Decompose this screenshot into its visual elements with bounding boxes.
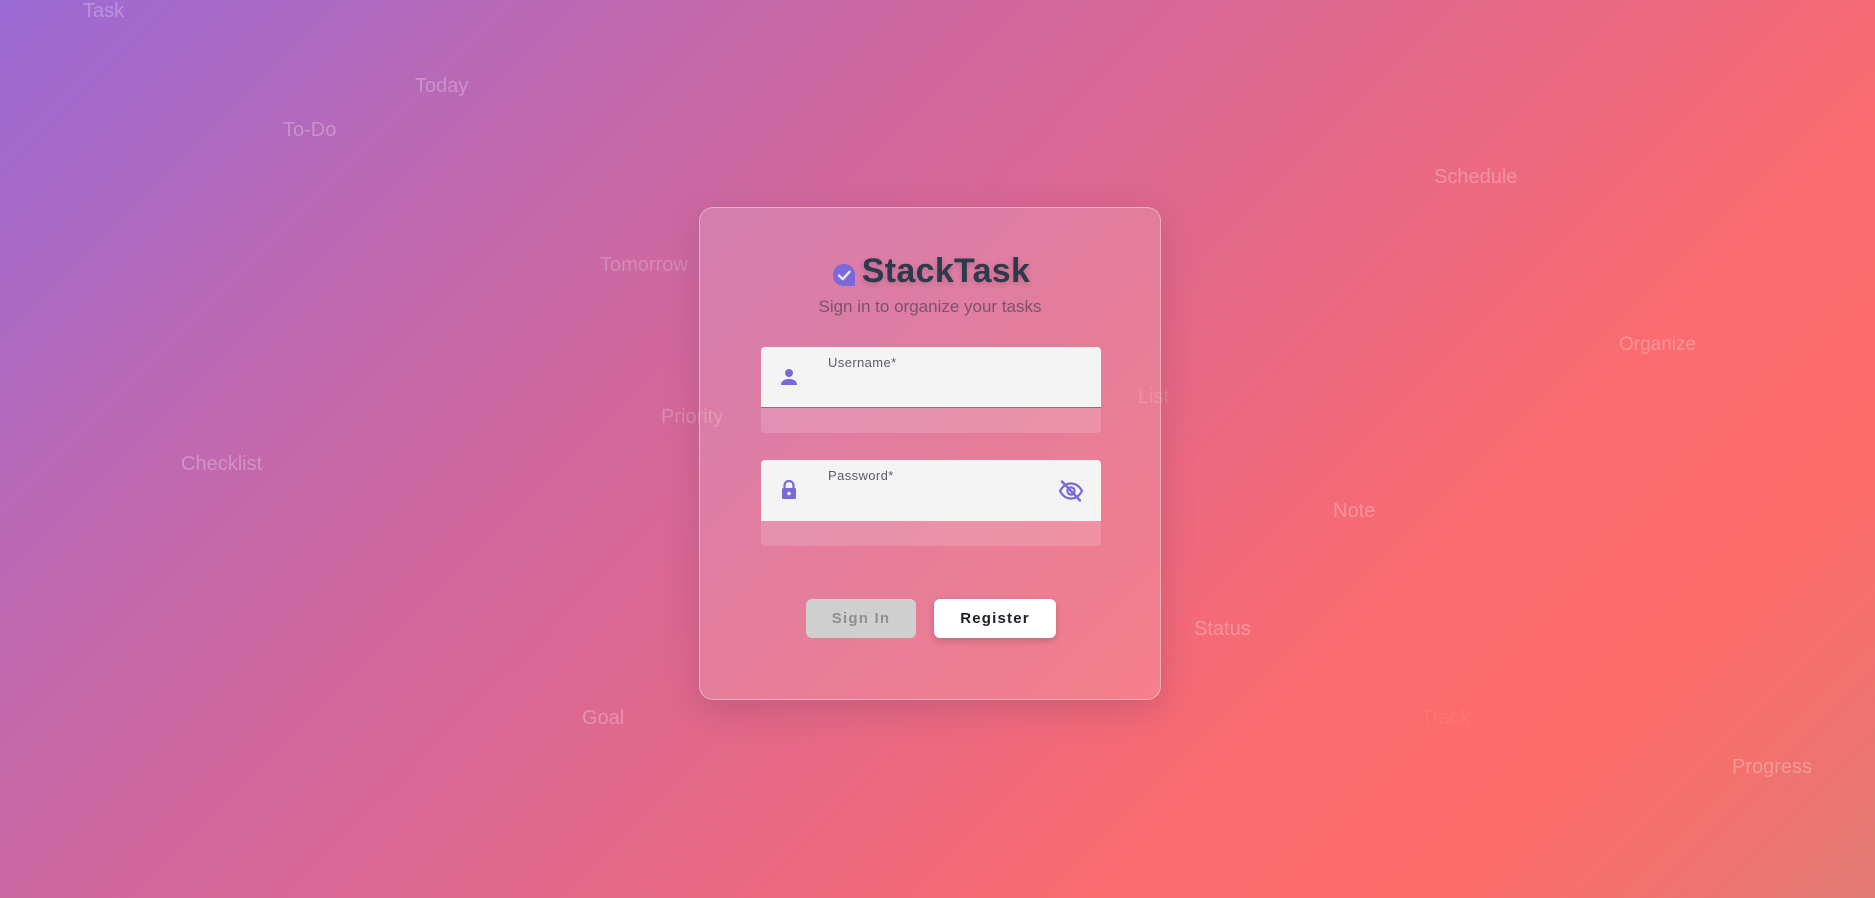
app-title: StackTask bbox=[861, 252, 1031, 290]
background-word-status: Status bbox=[1194, 618, 1251, 640]
password-field[interactable]: Password* bbox=[761, 460, 1101, 521]
background-word-schedule: Schedule bbox=[1434, 166, 1518, 188]
login-card: StackTask Sign in to organize your tasks… bbox=[699, 207, 1161, 700]
register-button[interactable]: Register bbox=[934, 599, 1056, 638]
background-word-tomorrow: Tomorrow bbox=[600, 254, 688, 276]
eye-off-icon bbox=[1058, 480, 1084, 502]
background-word-task: Task bbox=[83, 0, 125, 22]
app-subtitle: Sign in to organize your tasks bbox=[818, 297, 1042, 316]
password-field-group: Password* bbox=[761, 460, 1101, 546]
background-word-track: Track bbox=[1421, 707, 1471, 729]
background-word-organize: Organize bbox=[1619, 334, 1697, 355]
username-field[interactable]: Username* bbox=[761, 347, 1101, 408]
password-label: Password* bbox=[828, 468, 894, 483]
username-input[interactable] bbox=[828, 375, 1052, 403]
background-word-note: Note bbox=[1333, 500, 1376, 522]
background-word-progress: Progress bbox=[1732, 756, 1813, 778]
username-field-group: Username* bbox=[761, 347, 1101, 433]
background-word-goal: Goal bbox=[582, 707, 625, 729]
username-label: Username* bbox=[828, 355, 897, 370]
password-input[interactable] bbox=[828, 488, 1052, 516]
person-icon bbox=[781, 369, 797, 385]
lock-icon bbox=[782, 479, 796, 499]
background-word-checklist: Checklist bbox=[181, 453, 263, 475]
sign-in-button[interactable]: Sign In bbox=[806, 599, 916, 638]
toggle-password-visibility-button[interactable] bbox=[1057, 477, 1085, 505]
background-word-today: Today bbox=[415, 75, 469, 97]
check-badge-icon bbox=[832, 263, 855, 286]
background-word-to-do: To-Do bbox=[283, 119, 337, 141]
brand-header: StackTask bbox=[700, 252, 1160, 291]
password-helper-area bbox=[761, 521, 1101, 546]
username-helper-area bbox=[761, 408, 1101, 433]
